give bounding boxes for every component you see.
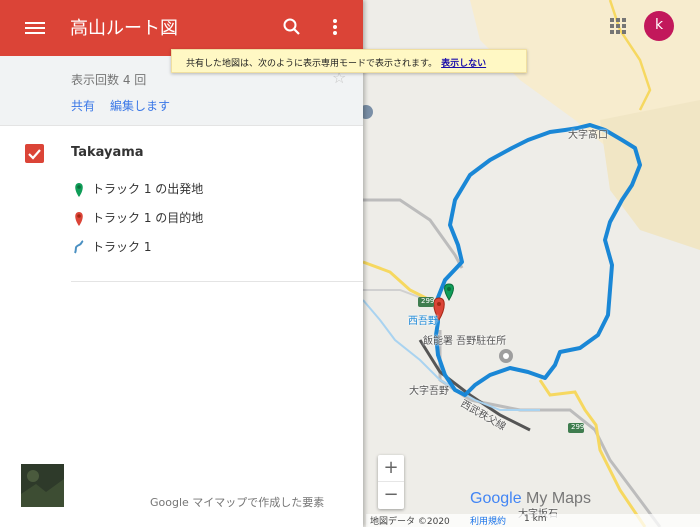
zoom-out-button[interactable]: − (378, 482, 404, 509)
label-road-299: 299 (421, 297, 435, 305)
label-road-299-b: 299 (571, 423, 585, 431)
view-only-notice: 共有した地図は、次のように表示専用モードで表示されます。 表示しない (171, 49, 527, 73)
label-oaza-agano: 大字吾野 (409, 386, 449, 397)
river (362, 299, 540, 411)
feature-label: トラック 1 の目的地 (92, 211, 204, 225)
feature-end-point[interactable]: トラック 1 の目的地 (71, 209, 203, 226)
police-poi-dot (503, 353, 509, 359)
layer-takayama: Takayama トラック 1 の出発地 トラック 1 の目的地 トラック 1 (0, 126, 363, 284)
start-pin-icon[interactable] (444, 283, 454, 301)
red-pin-icon (71, 210, 87, 226)
brand-mymaps: My Maps (526, 490, 591, 507)
made-with-my-maps: Google マイマップで作成した要素 (150, 496, 325, 509)
google-my-maps-logo: Google My Maps (470, 490, 591, 508)
panel-header: 高山ルート図 (0, 0, 363, 56)
dismiss-notice-link[interactable]: 表示しない (441, 59, 486, 69)
map-data-credit: 地図データ ©2020 (370, 517, 450, 527)
view-count: 表示回数 4 回 (71, 73, 147, 87)
basemap-thumbnail[interactable] (21, 464, 64, 507)
zoom-control: + − (378, 455, 404, 509)
feature-label: トラック 1 (92, 240, 152, 254)
divider (71, 281, 363, 282)
layer-checkbox[interactable] (25, 144, 44, 163)
attribution-bar: 地図データ ©2020 利用規約 1 km (366, 514, 700, 527)
road (363, 198, 464, 269)
feature-start-point[interactable]: トラック 1 の出発地 (71, 180, 203, 197)
map-title: 高山ルート図 (70, 18, 178, 39)
left-panel: 高山ルート図 表示回数 4 回 共有 編集します ☆ Takayama トラック… (0, 0, 363, 527)
label-nishi-agano: 西吾野 (408, 316, 438, 327)
forest-region-2 (600, 100, 700, 250)
layer-name: Takayama (71, 145, 144, 160)
label-police: 飯能署 吾野駐在所 (423, 336, 507, 347)
search-icon[interactable] (282, 16, 302, 38)
feature-label: トラック 1 の出発地 (92, 182, 204, 196)
feature-track[interactable]: トラック 1 (71, 238, 151, 255)
label-oaza-takaguri: 大字高口 (568, 130, 608, 141)
share-link[interactable]: 共有 (71, 97, 95, 114)
apps-grid-icon[interactable] (610, 18, 626, 34)
menu-icon[interactable] (25, 19, 45, 37)
zoom-in-button[interactable]: + (378, 455, 404, 482)
terms-link[interactable]: 利用規約 (470, 514, 506, 527)
route-line-icon (71, 239, 87, 255)
more-vert-icon[interactable] (328, 16, 342, 38)
scale-label: 1 km (524, 514, 547, 524)
green-pin-icon (71, 181, 87, 197)
brand-google: Google (470, 490, 522, 507)
account-avatar[interactable]: k (644, 11, 674, 41)
notice-text: 共有した地図は、次のように表示専用モードで表示されます。 (186, 59, 438, 69)
edit-link[interactable]: 編集します (110, 97, 170, 114)
